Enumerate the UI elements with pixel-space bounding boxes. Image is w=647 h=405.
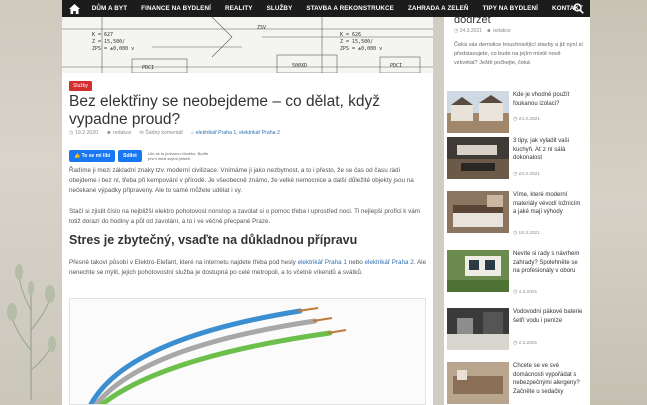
article-meta: ◷ 19.2.2020 ☻ redakce ✉ Šádný komentář ⌂… xyxy=(69,130,280,136)
paragraph-1: Řadíme ji mezi základní znaky tzv. moder… xyxy=(69,167,414,194)
post-date: ◷ 24.3.2021 xyxy=(513,172,540,177)
nav-item-finance[interactable]: FINANCE NA BYDLENÍ xyxy=(134,0,218,17)
post-date: ◷ 4.3.2021 xyxy=(513,290,537,295)
background-right-far xyxy=(590,0,647,405)
sidebar-top-meta: ◷ 24.3.2021 ☻ redakce xyxy=(454,28,511,34)
home-icon[interactable] xyxy=(64,0,85,17)
clock-icon: ◷ xyxy=(513,117,518,122)
nav-item-stavba[interactable]: STAVBA A REKONSTRUKCE xyxy=(299,0,401,17)
sidebar-post[interactable]: Víme, které moderní materiály vévodí lož… xyxy=(447,191,588,243)
blueprint-label: K = 626 xyxy=(340,32,361,38)
post-title[interactable]: Vodovodní pákové baterie šetří vodu i pe… xyxy=(513,308,585,325)
date-meta: ◷ 19.2.2020 xyxy=(69,130,98,136)
search-icon[interactable] xyxy=(573,3,584,14)
fb-like-label: To se mi líbí xyxy=(81,153,111,159)
post-title[interactable]: Chcete se ve své domácnosti vypořádat s … xyxy=(513,362,585,396)
section-heading: Stres je zbytečný, vsaďte na důkladnou p… xyxy=(69,233,358,247)
paragraph-2: Stačí si zjistit číslo na nejbližší elek… xyxy=(69,208,421,225)
sidebar-top-author[interactable]: redakce xyxy=(493,28,511,34)
post-date: ◷ 18.3.2021 xyxy=(513,231,540,236)
post-title[interactable]: Kde je vhodné použít foukanou izolaci? xyxy=(513,91,585,108)
paragraph-3-text: Přesně takoví působí v Elektro-Elefant, … xyxy=(69,259,298,266)
cables-image xyxy=(69,298,426,405)
user-icon: ☻ xyxy=(106,130,112,136)
clock-icon: ◷ xyxy=(513,341,518,346)
category-badge[interactable]: Služby xyxy=(69,81,93,91)
nav-item-reality[interactable]: REALITY xyxy=(218,0,260,17)
blueprint-label: 500XD xyxy=(292,63,307,69)
tags-meta[interactable]: ⌂ elektrikář Praha 1, elektrikář Praha 2 xyxy=(191,130,280,136)
sidebar-post[interactable]: Vodovodní pákové baterie šetří vodu i pe… xyxy=(447,308,588,360)
post-title[interactable]: Víme, které moderní materiály vévodí lož… xyxy=(513,191,585,217)
post-thumbnail[interactable] xyxy=(447,308,509,350)
post-thumbnail[interactable] xyxy=(447,250,509,292)
sidebar-post[interactable]: 3 tipy, jak vyladit vaši kuchyň. Ať z ní… xyxy=(447,137,588,189)
post-thumbnail[interactable] xyxy=(447,91,509,133)
clock-icon: ◷ xyxy=(513,231,518,236)
post-thumbnail[interactable] xyxy=(447,137,509,179)
sidebar-top-excerpt: Čeká vás demolice trouchnivějící stavby … xyxy=(454,42,583,66)
post-thumbnail[interactable] xyxy=(447,191,509,233)
post-date-value: 4.3.2021 xyxy=(518,290,538,295)
sidebar-post[interactable]: Chcete se ve své domácnosti vypořádat s … xyxy=(447,362,588,405)
article-comments[interactable]: Šádný komentář xyxy=(145,130,183,136)
fb-note: Líbí se to jednomu člověku. Buďte první … xyxy=(147,151,209,161)
post-title[interactable]: Nevíte si rady s návrhem zahrady? Spoleh… xyxy=(513,250,585,276)
sidebar: dodržet ◷ 24.3.2021 ☻ redakce Čeká vás d… xyxy=(444,0,590,405)
post-date-value: 24.3.2021 xyxy=(518,172,540,177)
sidebar-top-date: 24.3.2021 xyxy=(459,28,483,34)
post-date-value: 18.3.2021 xyxy=(518,231,540,236)
nav-item-zahrada[interactable]: ZAHRADA A ZELEŇ xyxy=(401,0,476,17)
fb-share-button[interactable]: Sdílet xyxy=(118,150,142,162)
blueprint-label: PDCI xyxy=(142,65,154,71)
facebook-widget: 👍 To se mi líbí Sdílet Líbí se to jednom… xyxy=(69,150,210,162)
blueprint-label: ZPS = ±0,000 v xyxy=(92,46,134,52)
article-content: K = 627 Z = 15,500/ ZPS = ±0,000 v K = 6… xyxy=(62,0,433,405)
user-icon: ☻ xyxy=(486,28,492,34)
comments-meta[interactable]: ✉ Šádný komentář xyxy=(139,130,183,136)
post-date: ◷ 2.3.2021 xyxy=(513,341,537,346)
blueprint-label: ZPS = ±0,000 v xyxy=(340,46,382,52)
blueprint-label: PDCI xyxy=(390,63,402,69)
blueprint-label: Z = 15,500/ xyxy=(92,39,125,45)
thumbs-up-icon: 👍 xyxy=(74,153,81,159)
article-author[interactable]: redakce xyxy=(113,130,131,136)
tag-icon: ⌂ xyxy=(191,130,195,136)
paragraph-3: Přesně takoví působí v Elektro-Elefant, … xyxy=(69,258,427,278)
plant-illustration xyxy=(7,264,56,400)
nav-item-sluzby[interactable]: SLUŽBY xyxy=(260,0,300,17)
link-elektrikar-praha-1[interactable]: elektrikář Praha 1 xyxy=(298,259,347,266)
blueprint-label: Z = 15,500/ xyxy=(340,39,373,45)
paragraph-3-text: nebo xyxy=(346,259,365,266)
nav-item-tipy[interactable]: TIPY NA BYDLENÍ xyxy=(476,0,545,17)
article-tags[interactable]: elektrikář Praha 1, elektrikář Praha 2 xyxy=(196,130,280,136)
post-date-value: 2.3.2021 xyxy=(518,341,538,346)
post-title[interactable]: 3 tipy, jak vyladit vaši kuchyň. Ať z ní… xyxy=(513,137,585,163)
article-title: Bez elektřiny se neobejdeme – co dělat, … xyxy=(69,93,381,128)
blueprint-label: K = 627 xyxy=(92,32,113,38)
comment-icon: ✉ xyxy=(139,130,144,136)
clock-icon: ◷ xyxy=(69,130,74,136)
clock-icon: ◷ xyxy=(513,172,518,177)
sidebar-post[interactable]: Kde je vhodné použít foukanou izolaci? ◷… xyxy=(447,91,588,143)
article-date: 19.2.2020 xyxy=(74,130,99,136)
post-date: ◷ 24.3.2021 xyxy=(513,117,540,122)
post-date-value: 24.3.2021 xyxy=(518,117,540,122)
hero-blueprint-image: K = 627 Z = 15,500/ ZPS = ±0,000 v K = 6… xyxy=(62,17,433,73)
link-elektrikar-praha-2[interactable]: elektrikář Praha 2 xyxy=(364,259,413,266)
author-meta[interactable]: ☻ redakce xyxy=(106,130,131,136)
background-left xyxy=(0,0,62,405)
post-thumbnail[interactable] xyxy=(447,362,509,404)
clock-icon: ◷ xyxy=(454,28,459,34)
clock-icon: ◷ xyxy=(513,290,518,295)
nav-item-dum-a-byt[interactable]: DŮM A BYT xyxy=(85,0,134,17)
blueprint-label: ZSV xyxy=(257,25,266,31)
fb-like-button[interactable]: 👍 To se mi líbí xyxy=(69,150,116,162)
top-navigation: DŮM A BYT FINANCE NA BYDLENÍ REALITY SLU… xyxy=(62,0,590,17)
sidebar-post[interactable]: Nevíte si rady s návrhem zahrady? Spoleh… xyxy=(447,250,588,302)
